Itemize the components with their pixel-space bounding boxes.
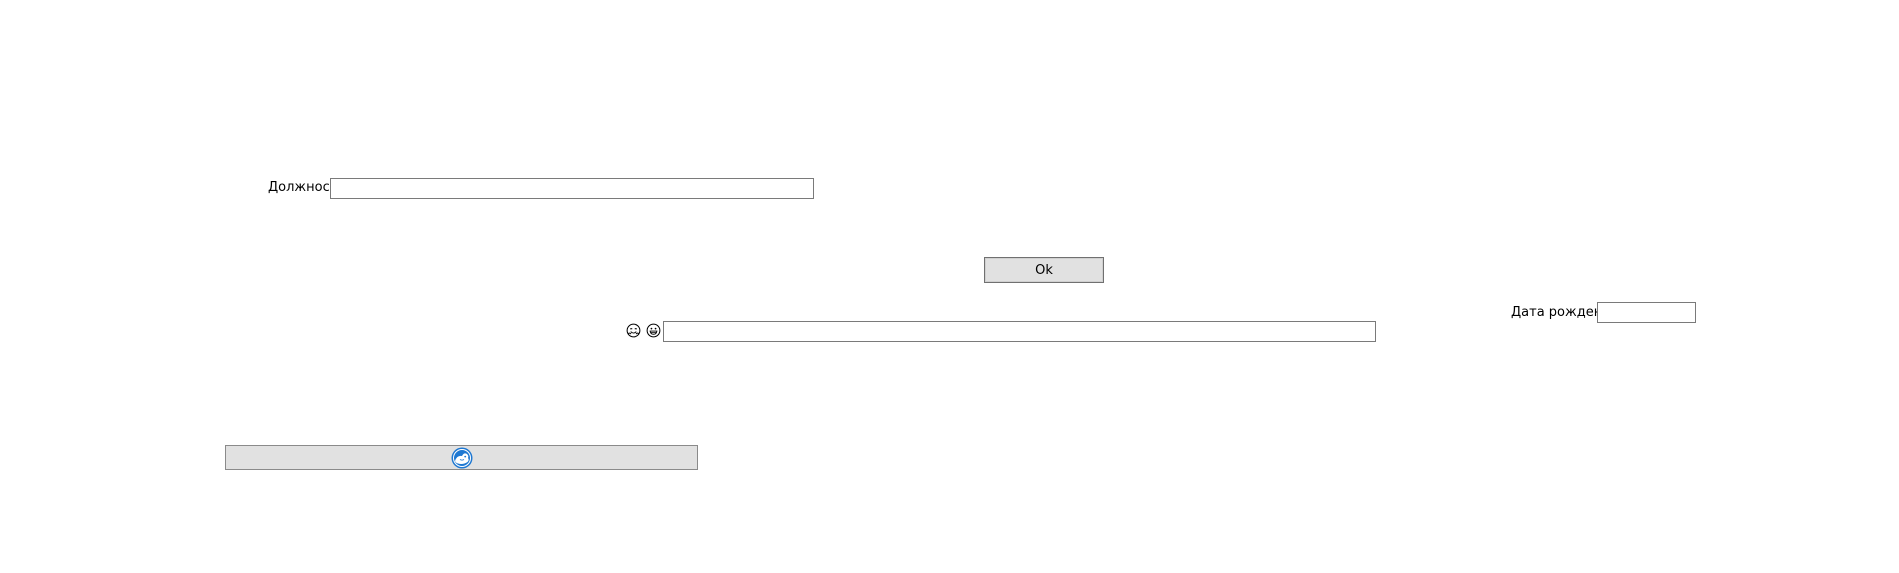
ok-button-frame: Ok [984,257,1104,283]
grinning-face-icon[interactable] [646,323,661,342]
image-button[interactable] [225,445,698,470]
hugging-face-icon[interactable] [626,323,641,342]
message-input[interactable] [663,321,1376,342]
birthdate-input[interactable] [1597,302,1696,323]
blue-mascot-icon [451,447,473,469]
ok-button[interactable]: Ok [985,258,1103,282]
position-input[interactable] [330,178,814,199]
